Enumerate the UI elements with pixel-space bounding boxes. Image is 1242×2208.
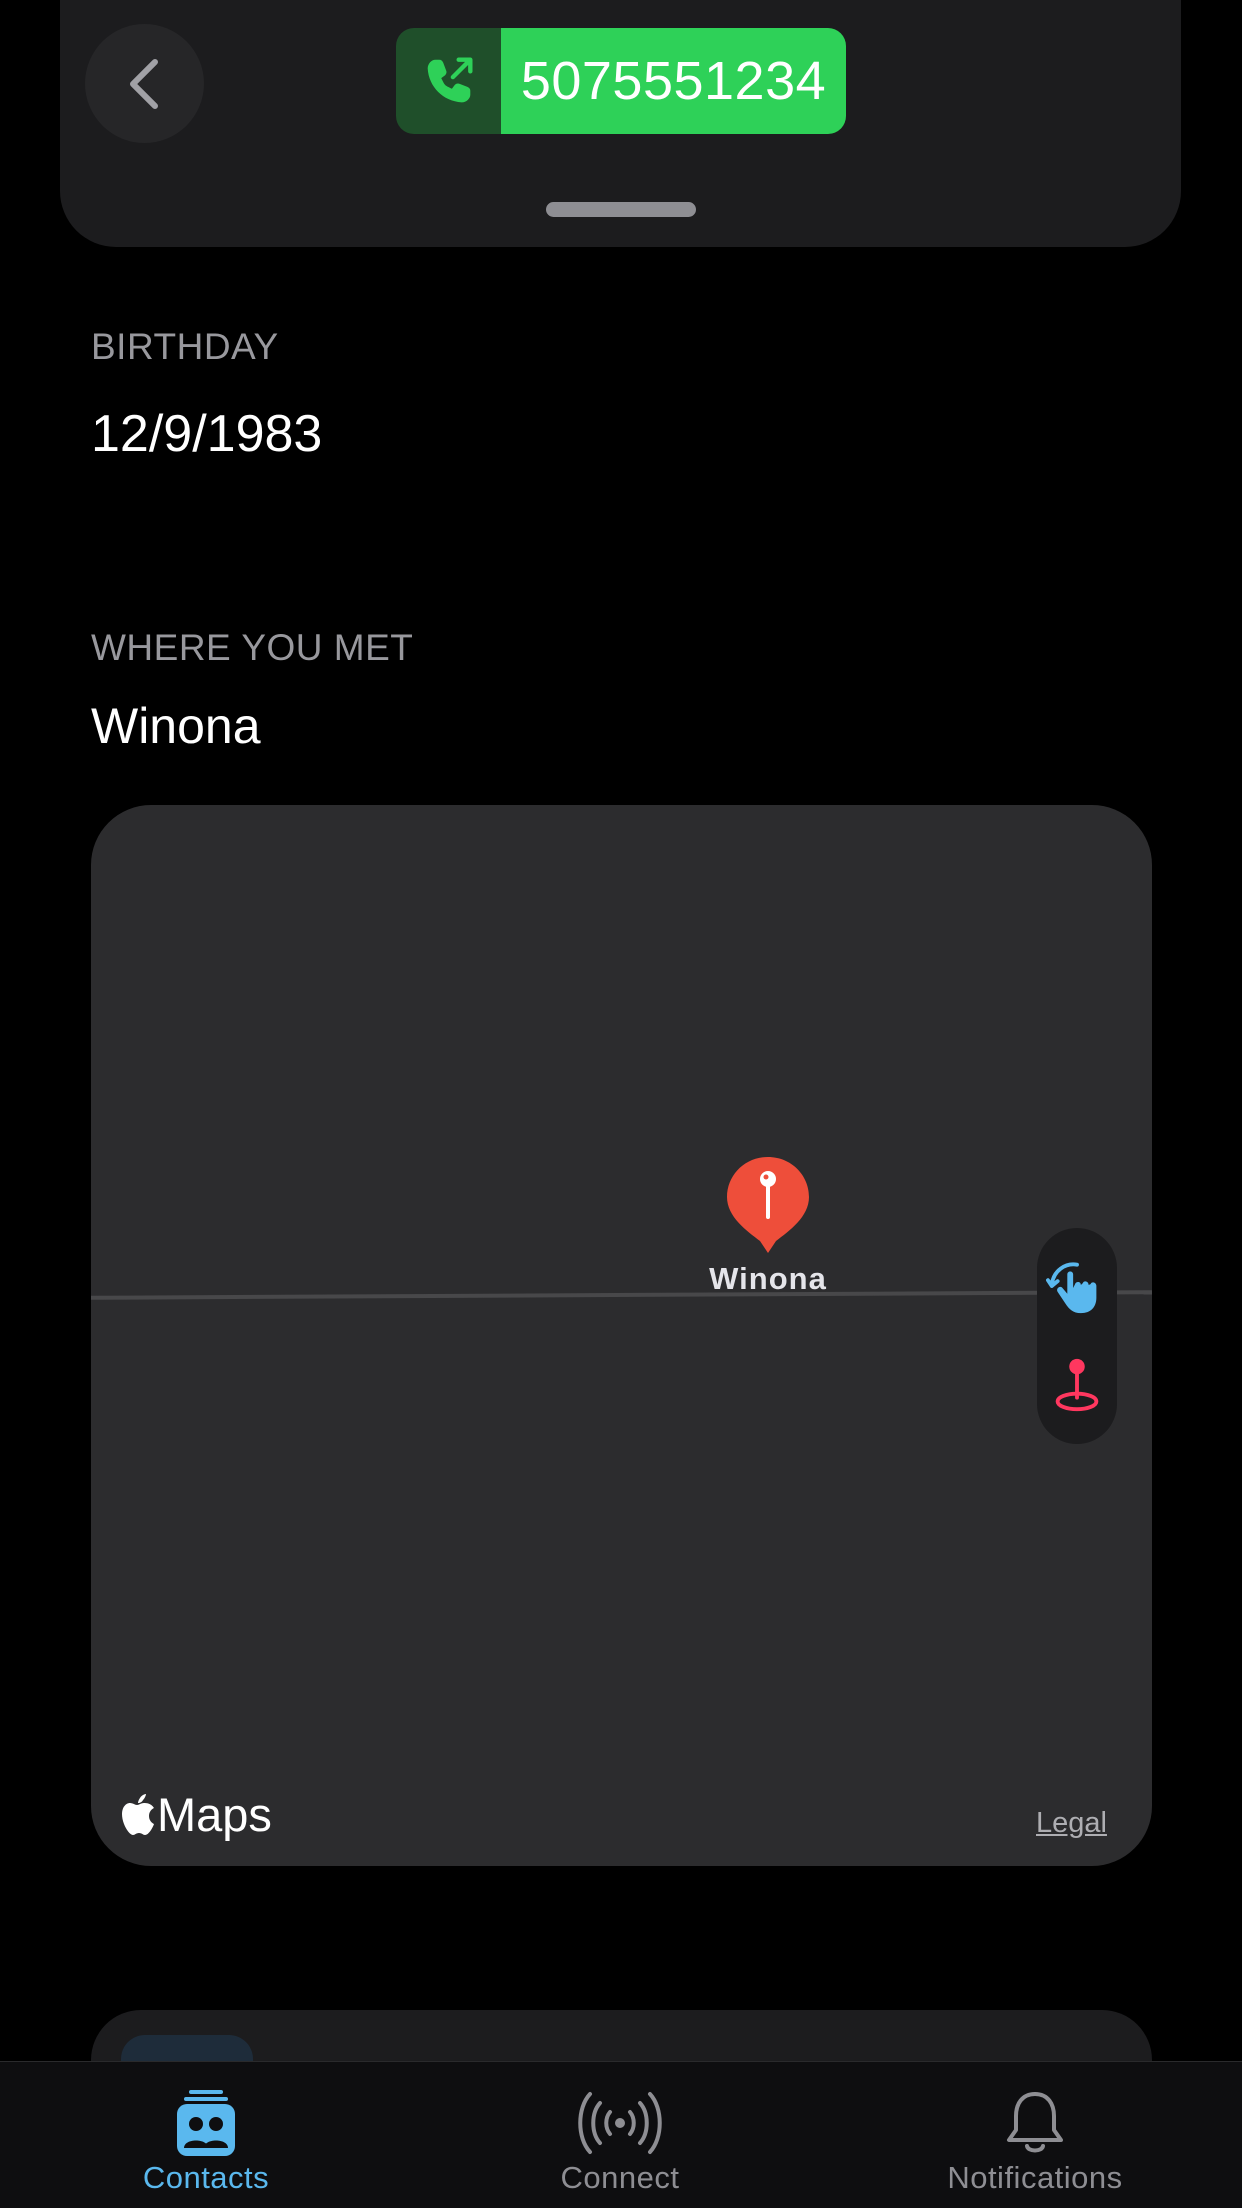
call-icon-box — [396, 28, 501, 134]
tab-contacts[interactable]: Contacts — [0, 2062, 412, 2208]
map-controls — [1037, 1228, 1117, 1444]
broadcast-icon — [578, 2092, 662, 2154]
apple-logo-icon — [122, 1793, 154, 1835]
birthday-value: 12/9/1983 — [91, 405, 323, 463]
phone-outgoing-icon — [427, 57, 472, 103]
sheet-grabber-handle[interactable] — [546, 202, 696, 217]
map-road — [91, 1290, 1152, 1300]
location-pin-icon — [1055, 1358, 1099, 1412]
map-view[interactable]: Winona Maps Legal — [91, 805, 1152, 1866]
where-you-met-value: Winona — [91, 698, 261, 754]
phone-number[interactable]: 5075551234 — [501, 28, 846, 134]
where-you-met-label: WHERE YOU MET — [91, 627, 414, 668]
map-pin-label: Winona — [709, 1261, 827, 1296]
legal-link[interactable]: Legal — [1036, 1807, 1107, 1840]
tab-label-contacts: Contacts — [142, 2160, 270, 2195]
tab-label-connect: Connect — [560, 2160, 680, 2195]
bell-icon — [1007, 2092, 1063, 2153]
map-gesture-button[interactable] — [1037, 1236, 1117, 1336]
maps-brand-text: Maps — [157, 1788, 272, 1841]
tab-notifications[interactable]: Notifications — [828, 2062, 1242, 2208]
birthday-label: BIRTHDAY — [91, 326, 279, 367]
contact-detail-screen: 5075551234 BIRTHDAY 12/9/1983 WHERE YOU … — [0, 0, 1242, 2208]
gesture-hand-icon — [1046, 1262, 1097, 1314]
apple-maps-logo: Maps — [121, 1787, 272, 1842]
contacts-icon — [177, 2090, 235, 2156]
call-button[interactable]: 5075551234 — [396, 28, 846, 134]
map-location-button[interactable] — [1037, 1334, 1117, 1434]
tab-connect[interactable]: Connect — [412, 2062, 828, 2208]
back-button[interactable] — [85, 24, 204, 143]
map-pin-icon[interactable] — [725, 1155, 811, 1255]
tab-label-notifications: Notifications — [947, 2160, 1123, 2195]
chevron-left-icon — [129, 58, 158, 109]
tab-bar: Contacts Connect Notifications — [0, 2061, 1242, 2208]
